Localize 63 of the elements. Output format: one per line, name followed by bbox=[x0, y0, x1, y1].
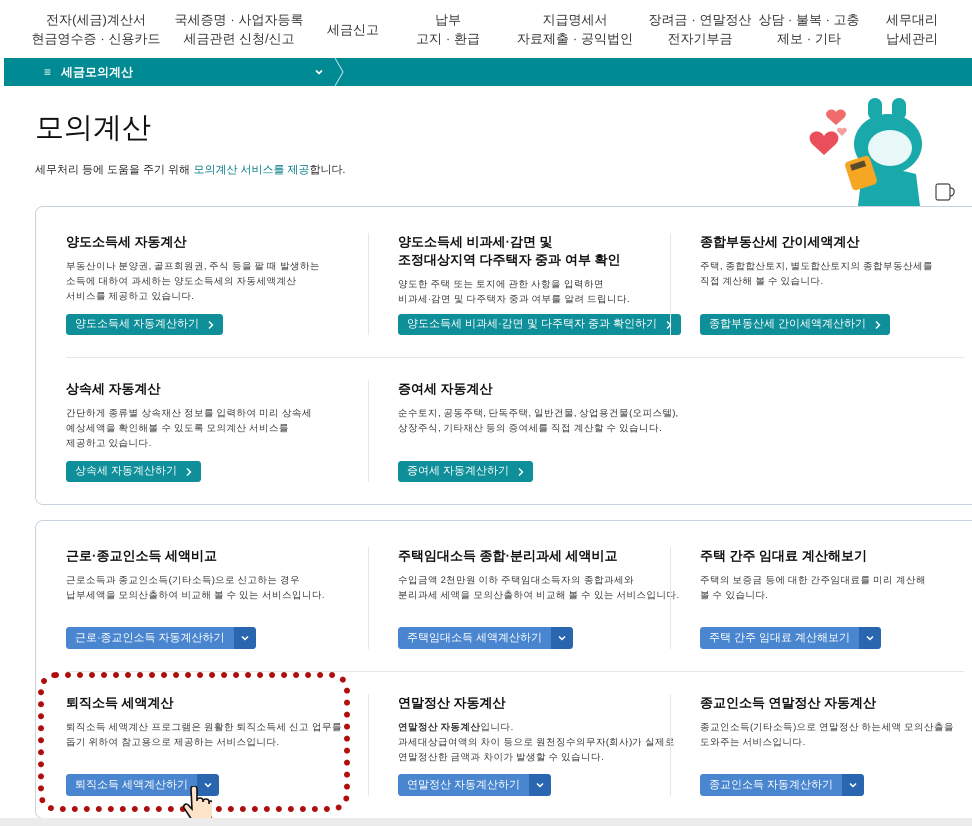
calculate-button[interactable]: 연말정산 자동계산하기 bbox=[398, 774, 530, 796]
card-description: 연말정산 자동계산입니다. 과세대상급여액의 차이 등으로 원천징수의무자(회사)가 실제로 연말정산한 금액과 차이가 발생할 수 있습니다. bbox=[398, 721, 675, 765]
caret-down-icon bbox=[848, 780, 858, 790]
card-description: 근로소득과 종교인소득(기타소득)으로 신고하는 경우 납부세액을 모의산출하여 비교해 볼 수 있는 서비스입니다. bbox=[66, 574, 324, 603]
card-title: 연말정산 자동계산 bbox=[398, 694, 507, 712]
breadcrumb-separator-icon bbox=[334, 58, 344, 86]
chevron-right-icon bbox=[185, 466, 194, 476]
chevron-right-icon bbox=[874, 320, 882, 330]
calculate-link-button[interactable]: 종합부동산세 간이세액계산하기 bbox=[700, 314, 890, 335]
dropdown-caret-button[interactable] bbox=[551, 627, 574, 649]
card-title: 근로·종교인소득 세액비교 bbox=[66, 547, 218, 565]
nav-menu-item[interactable]: 국세증명 · 사업자등록 세금관련 신청/신고 bbox=[164, 10, 314, 48]
calculate-link-button[interactable]: 증여세 자동계산하기 bbox=[398, 461, 534, 482]
calculate-link-button[interactable]: 양도소득세 비과세·감면 및 다주택자 중과 확인하기 bbox=[398, 314, 681, 335]
card-title: 퇴직소득 세액계산 bbox=[66, 694, 175, 712]
nav-menu-item[interactable]: 지급명세서 자료제출 · 공익법인 bbox=[504, 10, 646, 48]
dropdown-caret-button[interactable] bbox=[197, 774, 220, 796]
calculate-link-button[interactable]: 상속세 자동계산하기 bbox=[66, 461, 202, 482]
caret-down-icon bbox=[240, 633, 250, 643]
card-title: 양도소득세 비과세·감면 및 조정대상지역 다주택자 중과 여부 확인 bbox=[398, 233, 622, 269]
calculate-button[interactable]: 종교인소득 자동계산하기 bbox=[700, 774, 842, 796]
card-title: 종합부동산세 간이세액계산 bbox=[700, 233, 861, 251]
chevron-right-icon bbox=[664, 320, 673, 330]
calculate-button[interactable]: 근로·종교인소득 자동계산하기 bbox=[66, 627, 234, 649]
calculate-link-button[interactable]: 양도소득세 자동계산하기 bbox=[66, 314, 224, 335]
page-title: 모의계산 bbox=[35, 111, 152, 146]
card-description: 양도한 주택 또는 토지에 관한 사항을 입력하면 비과세·감면 및 다주택자 중과 여부를 알려 드립니다. bbox=[398, 278, 630, 307]
card-description: 주택의 보증금 등에 대한 간주임대료를 미리 계산해 볼 수 있습니다. bbox=[700, 574, 926, 603]
dropdown-caret-button[interactable] bbox=[842, 774, 864, 796]
card-description: 주택, 종합합산토지, 별도합산토지의 종합부동산세를 직접 계산해 볼 수 있습니다. bbox=[700, 260, 934, 289]
dropdown-caret-button[interactable] bbox=[529, 774, 552, 796]
card-description: 종교인소득(기타소득)으로 연말정산 하는세액 모의산출을 도와주는 서비스입니다. bbox=[700, 721, 954, 750]
dropdown-caret-button[interactable] bbox=[859, 627, 882, 649]
card-title: 양도소득세 자동계산 bbox=[66, 233, 188, 251]
card-description: 퇴직소득 세액계산 프로그램은 원활한 퇴직소득세 신고 업무를 돕기 위하여 참고용으로 제공하는 서비스입니다. bbox=[66, 721, 342, 750]
card-title: 주택 간주 임대료 계산해보기 bbox=[700, 547, 868, 565]
chevron-right-icon bbox=[517, 466, 526, 476]
caret-down-icon bbox=[203, 780, 214, 790]
nav-menu-item[interactable]: 세금신고 bbox=[314, 20, 392, 38]
calculate-button[interactable]: 주택임대소득 세액계산하기 bbox=[398, 627, 552, 649]
nav-menu-item[interactable]: 세무대리 납세관리 bbox=[864, 10, 960, 48]
service-link[interactable]: 모의계산 서비스를 제공 bbox=[193, 164, 310, 176]
card-title: 종교인소득 연말정산 자동계산 bbox=[700, 694, 878, 712]
nav-menu-item[interactable]: 납부 고지 · 환급 bbox=[392, 10, 504, 48]
card-description: 부동산이나 분양권, 골프회원권, 주식 등을 팔 때 발생하는 소득에 대하여 과세하는 양도소득세의 자동세액계산 서비스를 제공하고 있습니다. bbox=[66, 260, 320, 304]
calculate-button[interactable]: 주택 간주 임대료 계산해보기 bbox=[700, 627, 860, 649]
dropdown-caret-button[interactable] bbox=[234, 627, 256, 649]
nav-menu-item[interactable]: 장려금 · 연말정산 전자기부금 bbox=[646, 10, 754, 48]
card-title: 증여세 자동계산 bbox=[398, 380, 494, 398]
chevron-down-icon bbox=[314, 67, 324, 77]
chevron-right-icon bbox=[207, 320, 216, 330]
card-description: 수입금액 2천만원 이하 주택임대소득자의 종합과세와 분리과세 세액을 모의산출하여 비교해 볼 수 있는 서비스입니다. bbox=[398, 574, 680, 603]
page-subtitle: 세무처리 등에 도움을 주기 위해 모의계산 서비스를 제공합니다. bbox=[35, 163, 346, 178]
card-description: 간단하게 종류별 상속재산 정보를 입력하여 미리 상속세 예상세액을 확인해볼 수 있도록 모의계산 서비스를 제공하고 있습니다. bbox=[66, 407, 312, 451]
nav-menu-item[interactable]: 전자(세금)계산서 현금영수증 · 신용카드 bbox=[28, 10, 164, 48]
card-title: 주택임대소득 종합·분리과세 세액비교 bbox=[398, 547, 619, 565]
caret-down-icon bbox=[557, 633, 568, 643]
caret-down-icon bbox=[535, 780, 546, 790]
caret-down-icon bbox=[865, 633, 876, 643]
nav-menu-item[interactable]: 상담 · 불복 · 고충 제보 · 기타 bbox=[754, 10, 864, 48]
card-title: 상속세 자동계산 bbox=[66, 380, 162, 398]
calculate-button[interactable]: 퇴직소득 세액계산하기 bbox=[66, 774, 198, 796]
card-description: 순수토지, 공동주택, 단독주택, 일반건물, 상업용건물(오피스텔), 상장주식, 기타재산 등의 증여세를 직접 계산할 수 있습니다. bbox=[398, 407, 678, 436]
